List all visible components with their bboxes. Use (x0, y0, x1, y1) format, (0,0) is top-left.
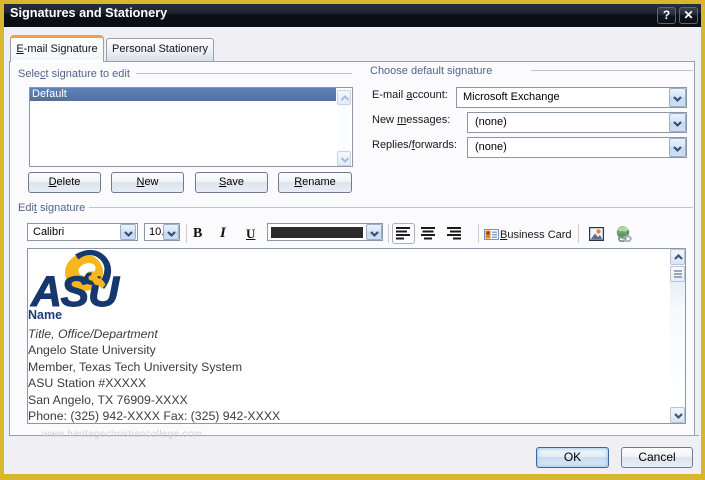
svg-text:AS: AS (30, 268, 90, 309)
